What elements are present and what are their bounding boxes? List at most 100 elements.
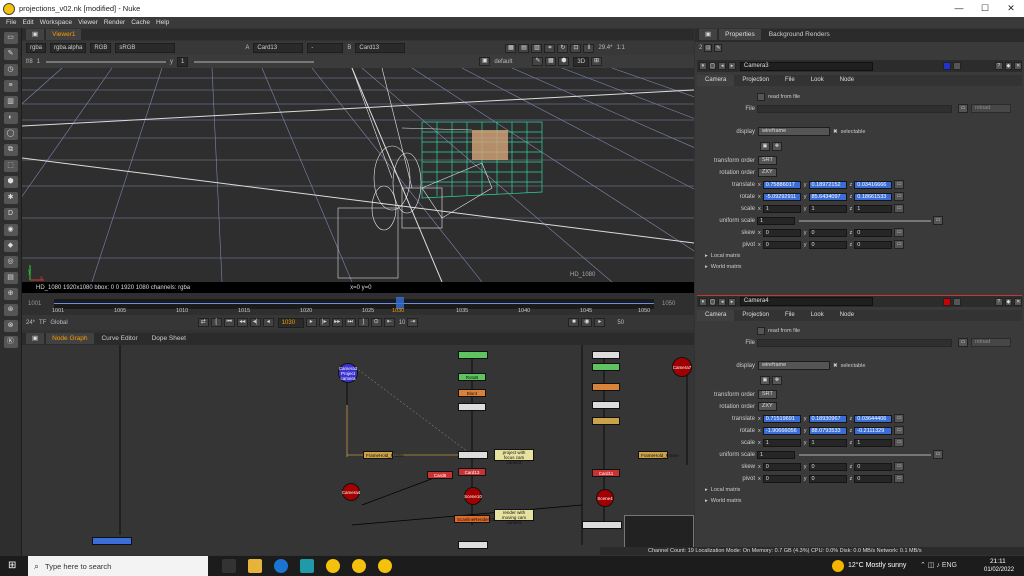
zoom-value[interactable]: 29.4* [598,45,612,51]
skew-y-field[interactable]: 0 [808,228,847,237]
ratio-value[interactable]: 1:1 [616,45,624,51]
prev-key-icon[interactable]: ◂◂ [236,318,248,327]
grid-icon[interactable]: ▦ [545,57,557,66]
tab-file[interactable]: File [777,310,803,321]
last-frame-icon[interactable]: ⏭ [344,318,356,327]
refresh-icon[interactable]: ↻ [557,43,569,53]
rotate-z-field[interactable]: 0.18661533 [854,192,893,201]
channel-tool-icon[interactable]: ≡ [3,80,18,92]
in-point-icon[interactable]: [ [210,318,222,327]
view-mode-dropdown[interactable]: 3D [573,56,590,67]
play-back-icon[interactable]: ◂ [262,318,274,327]
camera-icon[interactable]: ▣ [479,57,491,66]
center-icon[interactable]: ◯ [708,297,717,306]
merge-tool-icon[interactable]: ⧉ [3,144,18,156]
collapse-icon[interactable]: ▾ [699,297,707,306]
tab-look[interactable]: Look [803,310,832,321]
node-grey-a[interactable] [458,403,486,411]
translate-y-field[interactable]: 0.18930967 [808,414,847,423]
tab-projection[interactable]: Projection [734,310,777,321]
taskbar-search[interactable]: ⌕ Type here to search [28,556,208,576]
file-input[interactable] [757,338,952,347]
uniform-scale-slider[interactable] [799,219,931,222]
redo-icon[interactable]: ▸ [728,297,736,306]
node-scene4[interactable]: Scene4 [596,489,614,507]
b-input-dropdown[interactable]: Card13 [355,43,406,53]
node-blue-bottom[interactable] [92,537,132,545]
gain-value[interactable]: 1 [37,59,40,65]
skip-icon[interactable]: ⇤ [383,318,395,327]
roi-icon[interactable]: ▦ [505,43,517,53]
clip-icon[interactable]: ▤ [518,43,530,53]
next-key-icon[interactable]: ▸▸ [331,318,343,327]
fstop-label[interactable]: f/8 [26,59,33,65]
channels-dropdown[interactable]: rgba [26,43,47,53]
menu-render[interactable]: Render [104,19,125,26]
tab-file[interactable]: File [777,75,803,86]
animation-menu-icon[interactable]: ▭ [894,240,905,249]
timeline-ruler[interactable]: 1001 1001 1005 1010 1015 1020 1025 1030 … [22,293,694,315]
node-camera3[interactable]: Camera3 Project camera [338,363,358,383]
rotate-x-field[interactable]: -1.90666056 [762,426,801,435]
file-explorer-icon[interactable] [248,559,262,573]
uniform-scale-slider[interactable] [799,453,931,456]
display-dropdown[interactable]: wireframe [758,361,830,370]
file-input[interactable] [757,104,952,113]
reload-button[interactable]: reload [971,104,1011,113]
skew-x-field[interactable]: 0 [762,228,801,237]
animation-menu-icon[interactable]: ▭ [894,462,905,471]
node-grey-d[interactable] [592,351,620,359]
nuke-taskbar-icon[interactable] [326,559,340,573]
node-card11[interactable]: Card11 [592,469,620,477]
pivot-z-field[interactable]: 0 [854,474,893,483]
scale-z-field[interactable]: 1 [854,204,893,213]
close-button[interactable]: ✕ [998,0,1024,17]
proxy-icon[interactable]: ⌗ [544,43,556,53]
windows-start-icon[interactable]: ⊞ [8,560,20,572]
world-matrix-label[interactable]: World matrix [711,264,742,270]
node-roto[interactable]: RotoB [458,373,486,381]
node-camera7[interactable]: Camera7 [672,357,692,377]
manipulator-icon[interactable]: ▣ [760,375,770,385]
rotate-z-field[interactable]: -0.2111329 [854,426,893,435]
undo-icon[interactable]: ◂ [718,297,727,306]
transform-order-dropdown[interactable]: SRT [758,156,777,165]
manipulator-icon[interactable]: ▣ [760,141,770,151]
menu-workspace[interactable]: Workspace [40,19,72,26]
tray-icons[interactable]: ⌃ ◫ ♪ ENG [920,561,957,569]
node-framehold-a[interactable]: FrameHold_Frame [363,451,404,459]
node-grey-c[interactable] [458,541,488,549]
clear-icon[interactable]: ✎ [714,44,723,52]
color-swatch-2[interactable] [953,62,961,70]
reload-button[interactable]: reload [971,338,1011,347]
next-frame-icon[interactable]: |▸ [318,318,330,327]
wipe-icon[interactable]: ⊞ [591,57,603,66]
draw-tool-icon[interactable]: ✎ [3,48,18,60]
rotate-y-field[interactable]: 85.6434097 [808,192,847,201]
composite-dropdown[interactable]: - [307,43,344,53]
redo-icon[interactable]: ▸ [728,62,736,70]
selectable-check-icon[interactable]: ✖ [833,363,838,369]
translate-x-field[interactable]: 0.71519691 [762,414,801,423]
navigator-minimap[interactable] [624,515,694,551]
tab-camera[interactable]: Camera [697,310,735,321]
world-matrix-row[interactable]: ▸ World matrix [697,495,1022,506]
alpha-dropdown[interactable]: rgba.alpha [50,43,87,53]
out-point-icon[interactable]: ] [357,318,369,327]
rotation-order-dropdown[interactable]: ZXY [758,168,777,177]
skew-z-field[interactable]: 0 [854,228,893,237]
tab-properties[interactable]: Properties [719,29,761,40]
step-field[interactable]: 10 [399,320,406,326]
translate-y-field[interactable]: 0.18972152 [808,180,847,189]
audio-icon[interactable]: ◉ [581,318,593,327]
weather-text[interactable]: 12°C Mostly sunny [848,562,906,569]
nukex-tool-icon[interactable]: Ⓚ [3,336,18,348]
local-matrix-row[interactable]: ▸ Local matrix [697,484,1022,495]
weather-icon[interactable] [832,560,844,572]
lut-dropdown[interactable]: sRGB [115,43,176,53]
node-blur[interactable]: Blur4 [458,389,486,397]
tab-node[interactable]: Node [832,75,862,86]
clock-time[interactable]: 21:11 [990,558,1006,565]
clock-date[interactable]: 01/02/2022 [984,567,1014,573]
colorspace-dropdown[interactable]: RGB [90,43,112,53]
